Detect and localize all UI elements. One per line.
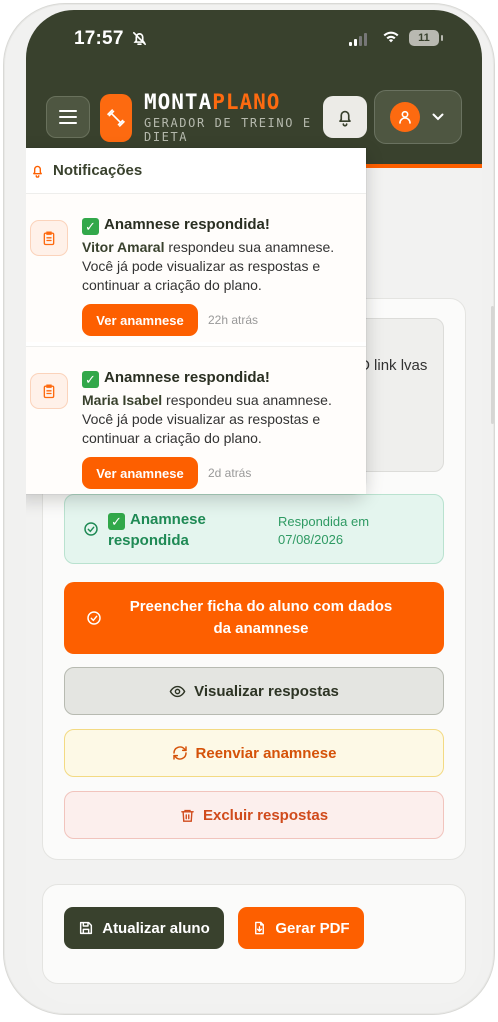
check-circle-icon: [87, 611, 101, 625]
wifi-icon: [383, 31, 399, 43]
chevron-down-icon: [432, 113, 444, 121]
status-time: 17:57: [74, 28, 124, 49]
resend-button[interactable]: Reenviar anamnese: [64, 729, 444, 777]
notifications-dropdown: Notificações ✓ Anamnese respondida! Vitor…: [26, 148, 366, 494]
view-anamnese-button[interactable]: Ver anamnese: [82, 457, 198, 489]
brand-part-2: PLANO: [212, 90, 281, 114]
user-icon: [399, 110, 411, 124]
notification-title-text: Anamnese respondida!: [104, 369, 270, 386]
dumbbell-icon: [107, 109, 125, 127]
notifications-header: Notificações: [26, 148, 366, 194]
notification-student-name: Maria Isabel: [82, 392, 163, 408]
bell-off-icon: [132, 31, 147, 46]
status-title: ✓ Anamnese respondida: [108, 509, 238, 551]
phone-frame: 17:57 11 MONTAPLANO GERADOR DE TREINO E …: [3, 3, 495, 1015]
notification-item[interactable]: ✓ Anamnese respondida! Maria Isabel respo…: [26, 346, 366, 494]
view-answers-button[interactable]: Visualizar respostas: [64, 667, 444, 715]
check-emoji-icon: ✓: [82, 371, 99, 388]
menu-button[interactable]: [46, 96, 90, 138]
notifications-button[interactable]: [323, 96, 367, 138]
update-student-label: Atualizar aluno: [102, 919, 210, 937]
fill-form-button[interactable]: Preencher ficha do aluno com dados da an…: [64, 582, 444, 654]
notification-title-text: Anamnese respondida!: [104, 216, 270, 233]
trash-icon: [181, 809, 194, 822]
file-download-icon: [255, 921, 265, 935]
status-box: ✓ Anamnese respondida Respondida em 07/08…: [64, 494, 444, 564]
notification-message: Maria Isabel respondeu sua anamnese. Voc…: [82, 391, 357, 448]
logo-icon: [100, 94, 132, 142]
check-circle-icon: [84, 522, 98, 536]
check-emoji-icon: ✓: [108, 513, 125, 530]
generate-pdf-button[interactable]: Gerar PDF: [238, 907, 364, 949]
resend-label: Reenviar anamnese: [195, 744, 337, 762]
brand-part-1: MONTA: [144, 90, 213, 114]
update-student-button[interactable]: Atualizar aluno: [64, 907, 224, 949]
brand-name: MONTAPLANO: [144, 90, 280, 114]
eye-icon: [169, 685, 186, 697]
notification-title: ✓ Anamnese respondida!: [82, 216, 270, 235]
bell-icon: [33, 165, 42, 178]
screen: 17:57 11 MONTAPLANO GERADOR DE TREINO E …: [26, 10, 482, 1004]
delete-answers-label: Excluir respostas: [202, 806, 329, 824]
brand-tagline: GERADOR DE TREINO E DIETA: [144, 116, 312, 144]
save-icon: [80, 921, 93, 935]
battery-icon: 11: [409, 30, 443, 46]
avatar: [390, 102, 420, 132]
status-date: Respondida em 07/08/2026: [278, 514, 370, 547]
user-menu-button[interactable]: [374, 90, 462, 144]
notifications-title: Notificações: [53, 162, 143, 179]
bell-icon: [339, 110, 351, 127]
notification-message: Vitor Amaral respondeu sua anamnese. Voc…: [82, 238, 357, 295]
view-answers-label: Visualizar respostas: [194, 682, 339, 700]
side-button: [491, 306, 494, 424]
generate-pdf-label: Gerar PDF: [275, 919, 350, 937]
notification-time: 2d atrás: [208, 466, 252, 480]
notification-item[interactable]: ✓ Anamnese respondida! Vitor Amaral respo…: [26, 194, 366, 342]
clipboard-icon: [30, 220, 68, 256]
notification-student-name: Vitor Amaral: [82, 239, 165, 255]
hamburger-icon: [59, 110, 77, 124]
notification-time: 22h atrás: [208, 313, 259, 327]
clipboard-icon: [30, 373, 68, 409]
notification-title: ✓ Anamnese respondida!: [82, 369, 270, 388]
view-anamnese-button[interactable]: Ver anamnese: [82, 304, 198, 336]
fill-form-label: Preencher ficha do aluno com dados da an…: [129, 598, 393, 637]
check-emoji-icon: ✓: [82, 218, 99, 235]
signal-icon: [349, 33, 367, 46]
refresh-icon: [172, 746, 187, 760]
delete-answers-button[interactable]: Excluir respostas: [64, 791, 444, 839]
